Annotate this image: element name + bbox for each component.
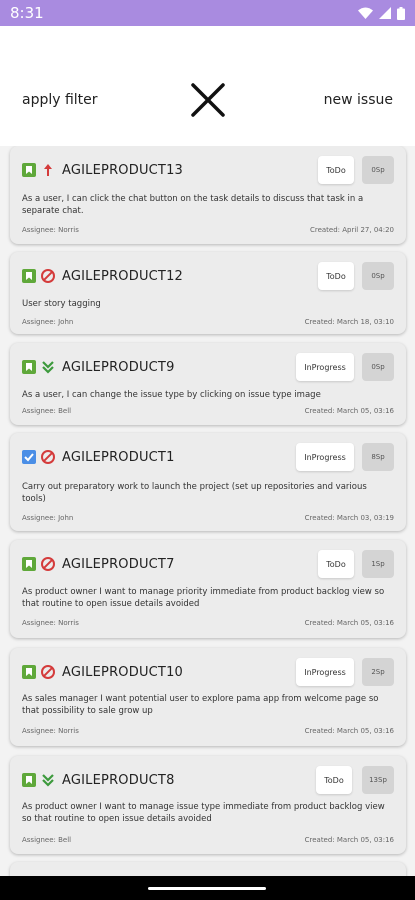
story-bookmark-icon [22,665,36,679]
task-checkbox-icon [22,450,36,464]
issue-card[interactable]: AGILEPRODUCT8 ToDo 13Sp As product owner… [10,756,406,854]
issue-description: As a user, I can click the chat button o… [22,194,364,216]
story-bookmark-icon [22,557,36,571]
issue-assignee: Assignee: Bell [22,836,72,844]
status-chip[interactable]: ToDo [318,156,354,184]
issue-description: As product owner I want to manage issue … [22,802,385,824]
issue-list[interactable]: AGILEPRODUCT13 ToDo 0Sp As a user, I can… [0,146,415,876]
status-chip[interactable]: ToDo [318,550,354,578]
story-points-chip: 1Sp [362,550,394,578]
issue-description: As sales manager I want potential user t… [22,694,379,716]
status-icons [358,6,405,20]
priority-highest-icon [44,164,52,176]
status-chip[interactable]: ToDo [318,262,354,290]
issue-card[interactable]: AGILEPRODUCT13 ToDo 0Sp As a user, I can… [10,146,406,244]
status-bar: 8:31 [0,0,415,26]
priority-lowest-icon [42,361,54,374]
status-chip[interactable]: ToDo [316,766,352,794]
story-bookmark-icon [22,269,36,283]
issue-created-date: Created: March 05, 03:16 [304,836,394,844]
issue-card-header: AGILEPRODUCT10 [22,656,183,688]
issue-card[interactable]: AGILEPRODUCT9 InProgress 0Sp As a user, … [10,343,406,425]
issue-card-header: AGILEPRODUCT1 [22,441,175,473]
issue-key: AGILEPRODUCT12 [62,268,184,284]
toolbar: apply filter new issue [0,26,415,146]
issue-description: User story tagging [22,299,101,309]
issue-description: As a user, I can change the issue type b… [22,390,321,400]
issue-assignee: Assignee: John [22,514,74,522]
status-time: 8:31 [10,4,44,22]
issue-created-date: Created: March 05, 03:16 [304,407,394,415]
issue-card[interactable]: AGILEPRODUCT1 InProgress 8Sp Carry out p… [10,433,406,531]
story-bookmark-icon [22,360,36,374]
story-points-chip: 0Sp [362,262,394,290]
issue-created-date: Created: March 05, 03:16 [304,727,394,735]
system-navigation-bar [0,876,415,900]
issue-assignee: Assignee: Norris [22,619,79,627]
issue-assignee: Assignee: Norris [22,727,79,735]
priority-blocker-icon [41,450,55,464]
story-points-chip: 2Sp [362,658,394,686]
issue-created-date: Created: March 05, 03:16 [304,619,394,627]
story-points-chip: 0Sp [362,353,394,381]
story-bookmark-icon [22,163,36,177]
priority-blocker-icon [41,665,55,679]
issue-card-header: AGILEPRODUCT13 [22,154,183,186]
issue-description: As product owner I want to manage priori… [22,587,385,609]
story-points-chip: 13Sp [362,766,394,794]
issue-card-header: AGILEPRODUCT9 [22,351,175,383]
story-points-chip: 0Sp [362,156,394,184]
close-icon[interactable] [190,82,226,118]
issue-assignee: Assignee: Norris [22,226,79,234]
priority-blocker-icon [41,557,55,571]
issue-created-date: Created: March 03, 03:19 [304,514,394,522]
issue-card-header: AGILEPRODUCT12 [22,260,183,292]
issue-assignee: Assignee: John [22,318,74,326]
signal-icon [379,7,391,19]
issue-created-date: Created: March 18, 03:10 [304,318,394,326]
issue-assignee: Assignee: Bell [22,407,72,415]
issue-card[interactable]: AGILEPRODUCT10 InProgress 2Sp As sales m… [10,648,406,746]
issue-key: AGILEPRODUCT8 [62,772,175,788]
issue-key: AGILEPRODUCT10 [62,664,184,680]
issue-card[interactable]: AGILEPRODUCT7 ToDo 1Sp As product owner … [10,540,406,638]
issue-description: Carry out preparatory work to launch the… [22,482,367,504]
issue-created-date: Created: April 27, 04:20 [309,226,394,234]
battery-icon [397,6,405,20]
priority-blocker-icon [41,269,55,283]
priority-lowest-icon [42,774,54,787]
home-gesture-handle[interactable] [148,887,266,890]
new-issue-button[interactable]: new issue [324,92,393,108]
status-chip[interactable]: InProgress [296,353,354,381]
issue-key: AGILEPRODUCT1 [62,449,175,465]
issue-key: AGILEPRODUCT13 [62,162,184,178]
issue-card[interactable]: AGILEPRODUCT12 ToDo 0Sp User story taggi… [10,252,406,334]
story-points-chip: 8Sp [362,443,394,471]
issue-card-partial[interactable] [10,862,406,876]
status-chip[interactable]: InProgress [296,658,354,686]
status-chip[interactable]: InProgress [296,443,354,471]
issue-card-header: AGILEPRODUCT8 [22,764,175,796]
issue-key: AGILEPRODUCT9 [62,359,175,375]
apply-filter-button[interactable]: apply filter [22,92,98,108]
issue-key: AGILEPRODUCT7 [62,556,175,572]
issue-card-header: AGILEPRODUCT7 [22,548,175,580]
story-bookmark-icon [22,773,36,787]
wifi-icon [358,7,373,19]
